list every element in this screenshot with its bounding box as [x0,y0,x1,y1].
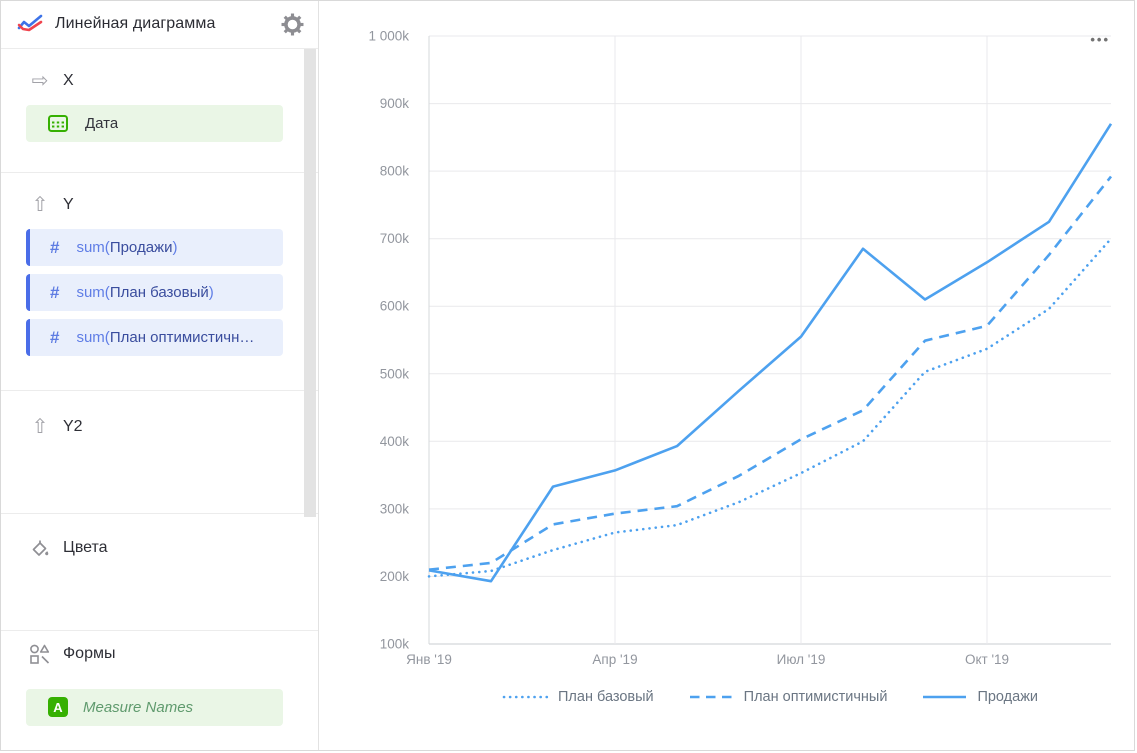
field-pill-measure[interactable]: # sum(План базовый) [26,274,283,311]
letter-a-field-icon: A [48,697,68,717]
number-field-icon: # [50,283,59,303]
svg-text:600k: 600k [380,299,410,314]
arrow-up-icon: ⇧ [29,417,51,437]
section-y-axis: ⇧ Y # sum(Продажи) # sum(План базовый) #… [1,173,318,391]
section-x-header: ⇨ X [1,71,318,91]
svg-text:Апр '19: Апр '19 [592,652,637,667]
section-y-label: Y [63,196,74,214]
legend-item-dashed[interactable]: План оптимистичный [688,689,888,705]
svg-text:700k: 700k [380,231,410,246]
field-pill-date[interactable]: Дата [26,105,283,142]
more-options-icon[interactable]: ••• [1090,32,1110,47]
section-y2-header: ⇧ Y2 [1,417,318,437]
legend-item-solid[interactable]: Продажи [921,689,1038,705]
section-shapes: Формы A Measure Names [1,631,318,750]
chart-panel: 100k 200k 300k 400k 500k 600k 700k 800k 900k 1 00… [319,1,1134,750]
legend-item-dotted[interactable]: План базовый [502,689,654,705]
sidebar-scrollbar[interactable] [304,49,316,517]
legend-label: План базовый [558,689,654,705]
section-colors-label: Цвета [63,539,108,557]
section-x-label: X [63,72,74,90]
calendar-icon [48,114,68,132]
legend-marker-solid [921,694,968,700]
svg-text:Июл '19: Июл '19 [777,652,826,667]
field-label: sum(Продажи) [76,239,177,256]
arrow-right-icon: ⇨ [29,71,51,91]
section-y2-label: Y2 [63,418,83,436]
section-shapes-label: Формы [63,645,115,663]
page-title: Линейная диаграмма [55,15,215,33]
line-chart-logo-icon [17,13,43,35]
chart-editor-window: Линейная диаграмма [0,0,1135,751]
section-colors-header: Цвета [1,538,318,558]
legend-label: Продажи [977,689,1038,705]
settings-gear-icon[interactable] [281,13,304,36]
number-field-icon: # [50,238,59,258]
svg-text:200k: 200k [380,569,410,584]
field-label: sum(План оптимистичн… [76,329,254,346]
number-field-icon: # [50,328,59,348]
arrow-up-icon: ⇧ [29,195,51,215]
legend-label: План оптимистичный [744,689,888,705]
field-label-date: Дата [85,115,118,132]
svg-text:1 000k: 1 000k [368,29,409,44]
field-pill-measure[interactable]: # sum(План оптимистичн… [26,319,283,356]
chart-legend: План базовый План оптимистичный Продажи [429,689,1111,705]
legend-marker-dotted [502,694,549,700]
svg-text:300k: 300k [380,501,410,516]
svg-text:100k: 100k [380,637,410,652]
sidebar-header: Линейная диаграмма [1,1,318,49]
section-x-axis: ⇨ X Дата [1,49,318,173]
paint-bucket-icon [29,538,51,558]
section-shapes-header: Формы [1,644,318,665]
section-y2-axis: ⇧ Y2 [1,391,318,514]
measure-names-label: Measure Names [83,699,193,716]
field-pill-measure[interactable]: # sum(Продажи) [26,229,283,266]
svg-text:Янв '19: Янв '19 [406,652,452,667]
svg-text:900k: 900k [380,96,410,111]
line-chart: 100k 200k 300k 400k 500k 600k 700k 800k 900k 1 00… [319,1,1135,751]
svg-text:800k: 800k [380,164,410,179]
svg-text:400k: 400k [380,434,410,449]
field-pill-measure-names[interactable]: A Measure Names [26,689,283,726]
svg-text:Окт '19: Окт '19 [965,652,1009,667]
svg-text:500k: 500k [380,366,410,381]
field-label: sum(План базовый) [76,284,213,301]
section-y-header: ⇧ Y [1,195,318,215]
shapes-icon [29,644,51,665]
sidebar: Линейная диаграмма [1,1,319,750]
section-colors: Цвета [1,514,318,630]
legend-marker-dashed [688,694,735,700]
